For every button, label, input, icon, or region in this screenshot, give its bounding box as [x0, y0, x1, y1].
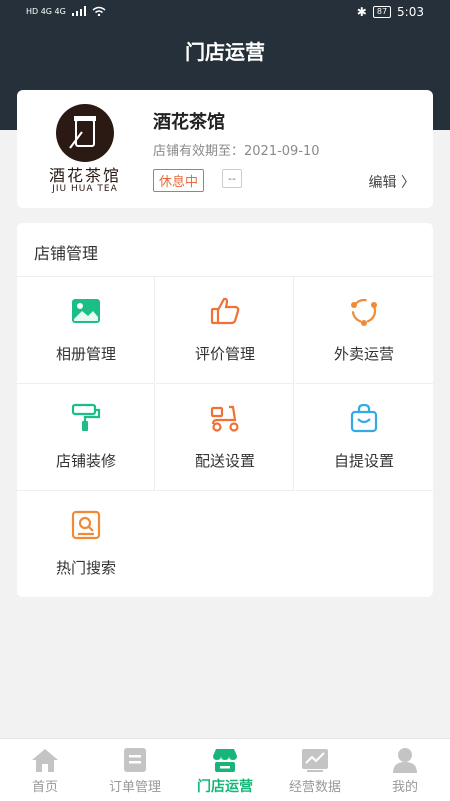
grid-item-reviews[interactable]: 评价管理 [156, 277, 294, 384]
share-circle-icon [351, 298, 377, 326]
edit-button[interactable]: 编辑 〉 [369, 172, 415, 192]
network-text: HD 4G 4G [26, 6, 66, 16]
network-indicators: HD 4G 4G [26, 6, 106, 16]
grid-item-label: 外卖运营 [333, 345, 394, 363]
page-title: 门店运营 [185, 40, 265, 64]
tab-label: 我的 [391, 780, 418, 795]
paint-roller-icon [71, 403, 101, 431]
tab-home[interactable]: 首页 [0, 739, 90, 801]
tab-business-data[interactable]: 经营数据 [270, 739, 360, 801]
extra-badge: -- [222, 169, 242, 188]
tab-store-ops[interactable]: 门店运营 [180, 739, 270, 801]
tab-label: 经营数据 [288, 780, 341, 795]
logo-chinese-text: 酒花茶馆 [48, 166, 121, 185]
store-icon [213, 749, 237, 772]
search-box-icon [71, 510, 101, 540]
grid-item-label: 配送设置 [194, 452, 255, 470]
bottom-tab-bar: 首页 订单管理 门店运营 经营数据 我的 [0, 738, 450, 801]
tab-label: 门店运营 [197, 779, 253, 795]
grid-item-album[interactable]: 相册管理 [17, 277, 155, 384]
cup-logo-icon [56, 104, 114, 162]
grid-item-label: 自提设置 [333, 452, 394, 470]
store-logo: 酒花茶馆 JIU HUA TEA [33, 104, 137, 194]
store-name: 酒花茶馆 [153, 112, 225, 133]
grid-item-decoration[interactable]: 店铺装修 [17, 384, 155, 491]
tab-label: 首页 [31, 780, 58, 795]
grid-item-label: 评价管理 [194, 345, 255, 363]
grid-item-delivery-settings[interactable]: 配送设置 [156, 384, 294, 491]
bluetooth-icon: ✱ [356, 5, 367, 19]
wifi-icon [92, 6, 106, 16]
tab-mine[interactable]: 我的 [360, 739, 450, 801]
edit-label: 编辑 [368, 175, 397, 191]
data-chart-icon [302, 749, 328, 772]
grid-item-label: 相册管理 [55, 345, 116, 363]
store-valid-date: 店铺有效期至：2021-09-10 [153, 144, 320, 159]
home-icon [32, 749, 58, 772]
photo-album-icon [72, 299, 100, 323]
grid-item-hot-search[interactable]: 热门搜索 [17, 491, 155, 598]
grid-item-label: 店铺装修 [55, 452, 116, 470]
order-list-icon [124, 748, 146, 772]
chevron-right-icon: 〉 [401, 175, 415, 191]
grid-item-delivery-ops[interactable]: 外卖运营 [295, 277, 433, 384]
tab-orders[interactable]: 订单管理 [90, 739, 180, 801]
status-badge[interactable]: 休息中 [153, 169, 205, 192]
shopping-bag-icon [350, 403, 378, 433]
tab-label: 订单管理 [108, 780, 161, 795]
signal-icon [71, 6, 86, 16]
thumbs-up-icon [210, 297, 240, 325]
status-bar: HD 4G 4G ✱ 87 5:03 [0, 0, 450, 24]
store-management-card: 店铺管理 相册管理 评价管理 外卖运营 店铺装修 配送设置 自提设置 热门搜索 [17, 223, 433, 597]
status-right: ✱ 87 5:03 [357, 5, 424, 19]
grid-item-pickup-settings[interactable]: 自提设置 [295, 384, 433, 491]
store-card: 酒花茶馆 JIU HUA TEA 酒花茶馆 店铺有效期至：2021-09-10 … [17, 90, 433, 208]
user-icon [393, 748, 417, 773]
clock: 5:03 [397, 5, 424, 19]
scooter-icon [210, 405, 239, 432]
logo-english-text: JIU HUA TEA [52, 184, 118, 194]
section-title: 店铺管理 [34, 244, 99, 263]
management-grid: 相册管理 评价管理 外卖运营 店铺装修 配送设置 自提设置 热门搜索 [17, 276, 433, 577]
grid-item-label: 热门搜索 [55, 559, 116, 577]
battery-indicator: 87 [372, 6, 392, 18]
